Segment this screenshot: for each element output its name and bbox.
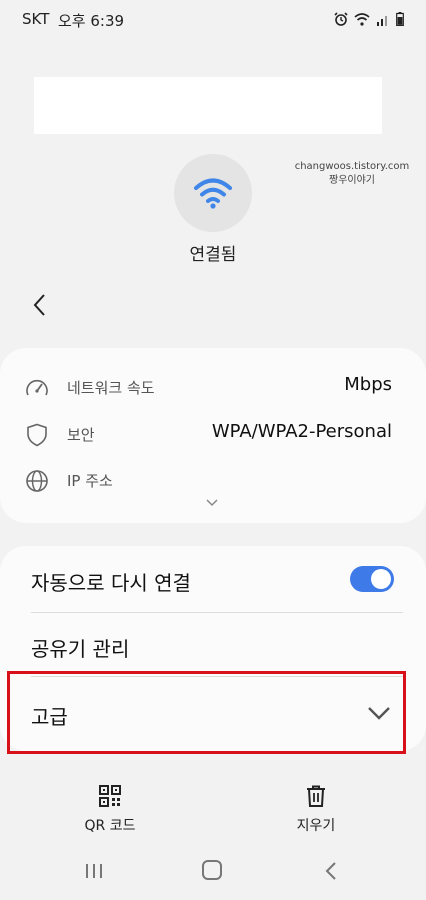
wifi-status-icon	[354, 12, 370, 26]
security-label: 보안	[67, 426, 95, 444]
watermark: changwoos.tistory.com 짱우이야기	[292, 160, 412, 188]
home-button[interactable]	[202, 860, 222, 880]
chevron-down-icon	[206, 499, 218, 507]
info-row-security: 보안 WPA/WPA2-Personal	[0, 414, 426, 454]
network-speed-value: Mbps	[344, 374, 392, 395]
info-row-network-speed: 네트워크 속도 Mbps	[0, 367, 426, 407]
router-manage-item[interactable]: 공유기 관리	[31, 633, 129, 662]
nav-back-button[interactable]	[324, 861, 338, 885]
signal-icon	[377, 15, 387, 26]
speedometer-icon	[24, 375, 50, 401]
qr-code-icon	[99, 785, 121, 807]
recent-apps-icon	[86, 864, 102, 878]
shield-icon	[24, 422, 50, 448]
globe-icon	[24, 468, 50, 494]
back-arrow-icon	[325, 862, 336, 880]
network-name-box	[34, 77, 382, 134]
expand-info-button[interactable]	[203, 494, 221, 508]
trash-icon	[307, 785, 325, 807]
watermark-title: 짱우이야기	[329, 175, 375, 186]
connection-status: 연결됨	[189, 245, 237, 265]
battery-icon	[396, 12, 404, 26]
watermark-url: changwoos.tistory.com	[294, 161, 410, 172]
status-icons	[334, 12, 404, 26]
chevron-left-icon	[33, 294, 45, 316]
highlight-box	[7, 671, 406, 754]
ip-label: IP 주소	[67, 472, 113, 490]
security-value: WPA/WPA2-Personal	[211, 421, 392, 442]
wifi-icon	[194, 178, 232, 209]
forget-label: 지우기	[296, 818, 336, 834]
auto-reconnect-toggle[interactable]	[350, 566, 394, 592]
clock: 오후 6:39	[58, 12, 125, 30]
qr-code-label: QR 코드	[84, 818, 136, 834]
toggle-knob	[371, 569, 391, 589]
status-bar: SKT 오후 6:39	[0, 0, 426, 40]
alarm-icon	[334, 12, 348, 26]
qr-code-button[interactable]: QR 코드	[50, 785, 170, 835]
recent-apps-button[interactable]	[84, 862, 104, 884]
network-speed-label: 네트워크 속도	[67, 379, 155, 397]
wifi-status-circle	[174, 154, 252, 232]
forget-button[interactable]: 지우기	[256, 785, 376, 835]
carrier-label: SKT	[22, 10, 50, 28]
auto-reconnect-label: 자동으로 다시 연결	[31, 571, 191, 595]
back-button[interactable]	[24, 290, 54, 320]
divider	[31, 612, 403, 613]
